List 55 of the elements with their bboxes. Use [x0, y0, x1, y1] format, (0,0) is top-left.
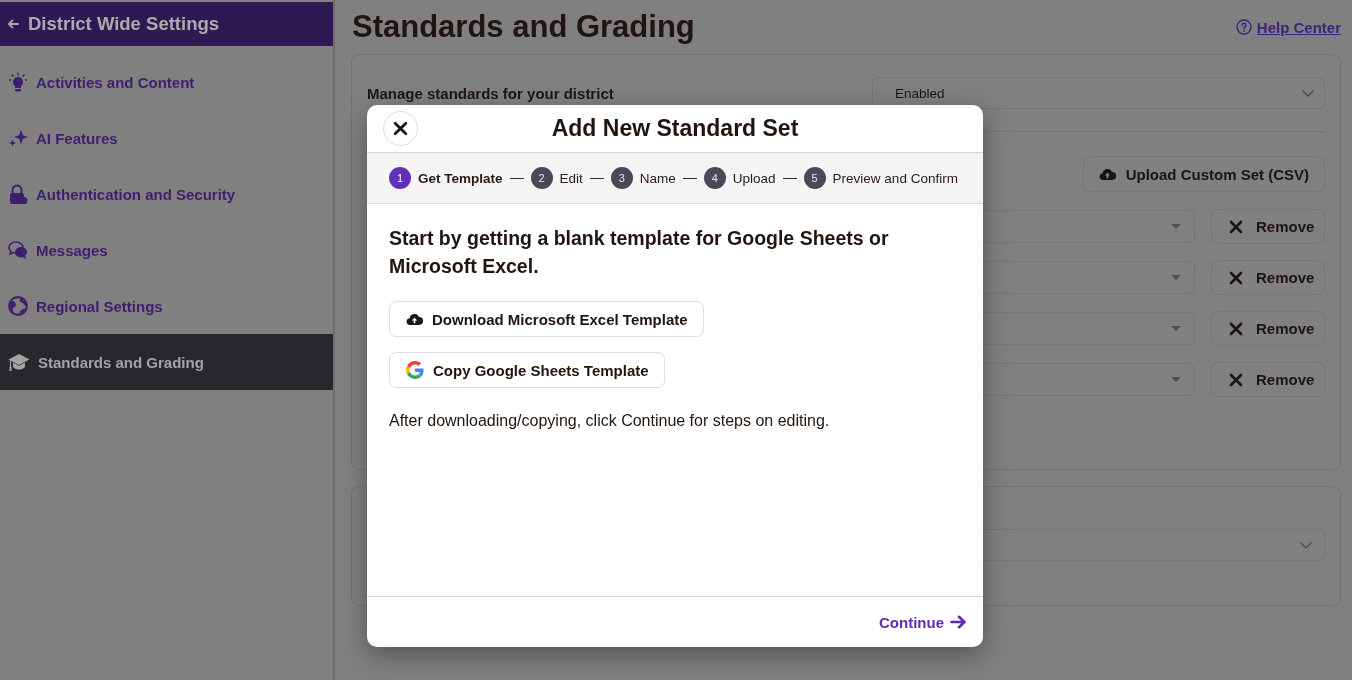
- caret-down-icon: [1171, 377, 1181, 382]
- g-logo-icon: [406, 361, 424, 379]
- sidebar-item[interactable]: AI Features: [0, 110, 333, 166]
- continue-button[interactable]: Continue: [879, 613, 967, 631]
- close-icon: [393, 121, 408, 136]
- step-number: 1: [389, 167, 411, 189]
- x-icon: [1229, 270, 1243, 285]
- upload-custom-set-button[interactable]: Upload Custom Set (CSV): [1082, 156, 1325, 192]
- remove-button[interactable]: Remove: [1211, 209, 1325, 244]
- download-template-button[interactable]: Download Microsoft Excel Template: [389, 301, 704, 337]
- setting-label: Manage standards for your district: [367, 84, 614, 102]
- chat-bubbles-icon: [8, 240, 28, 260]
- caret-down-icon: [1171, 275, 1181, 280]
- cloud-upload-icon: [1098, 167, 1116, 181]
- x-icon: [1229, 321, 1243, 336]
- sidebar-item[interactable]: Messages: [0, 222, 333, 278]
- x-icon: [1229, 372, 1243, 387]
- step-label: Upload: [732, 170, 776, 186]
- help-center-link[interactable]: Help Center: [1235, 18, 1341, 36]
- step-label: Edit: [559, 170, 583, 186]
- graduation-cap-icon: [8, 352, 30, 372]
- sidebar-item[interactable]: Regional Settings: [0, 278, 333, 334]
- step-label: Name: [639, 170, 676, 186]
- lightbulb-icon: [8, 72, 28, 92]
- chevron-down-icon: [1302, 89, 1314, 97]
- help-icon: [1235, 19, 1252, 35]
- step-number: 2: [530, 167, 553, 189]
- copy-template-button[interactable]: Copy Google Sheets Template: [389, 352, 665, 388]
- modal-heading: Start by getting a blank template for Google Sheets or Microsoft Excel.: [389, 226, 890, 279]
- back-arrow-icon[interactable]: [8, 19, 19, 29]
- page-title: Standards and Grading: [351, 9, 695, 45]
- step-label: Get Template: [418, 170, 503, 186]
- sidebar-item[interactable]: Activities and Content: [0, 54, 333, 110]
- step-number: 5: [803, 167, 826, 189]
- step-number: 4: [703, 167, 726, 189]
- remove-button[interactable]: Remove: [1211, 311, 1325, 346]
- chevron-down-icon: [1300, 541, 1312, 549]
- globe-icon: [8, 296, 28, 316]
- x-icon: [1229, 219, 1243, 234]
- step-label: Preview and Confirm: [832, 170, 958, 186]
- sidebar-item[interactable]: Standards and Grading: [0, 334, 333, 390]
- sidebar-item[interactable]: Authentication and Security: [0, 166, 333, 222]
- caret-down-icon: [1171, 326, 1181, 331]
- instruction-text: After downloading/copying, click Continue for steps on editing.: [389, 411, 831, 431]
- modal-title: Add New Standard Set: [550, 115, 800, 142]
- cloud-upload-icon: [406, 312, 423, 326]
- lock-icon: [8, 184, 28, 204]
- sidebar-title: District Wide Settings: [28, 13, 220, 35]
- remove-button[interactable]: Remove: [1211, 362, 1325, 397]
- remove-button[interactable]: Remove: [1211, 260, 1325, 295]
- close-button[interactable]: [383, 111, 418, 146]
- step-number: 3: [610, 167, 633, 189]
- arrow-right-icon: [950, 615, 967, 629]
- sparkle-icon: [8, 128, 28, 148]
- caret-down-icon: [1171, 224, 1181, 229]
